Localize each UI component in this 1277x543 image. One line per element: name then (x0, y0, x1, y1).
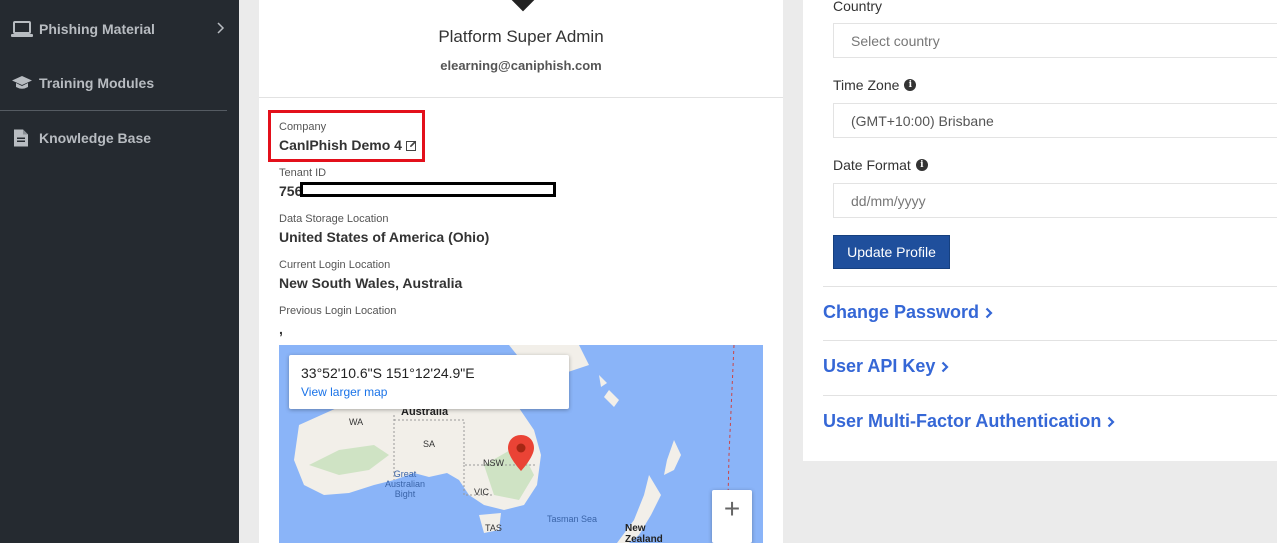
sidebar-item-label: Phishing Material (39, 21, 155, 37)
company-value: CanIPhish Demo 4 (279, 137, 402, 153)
country-select[interactable]: Select country (833, 23, 1277, 58)
timezone-label-text: Time Zone (833, 77, 900, 93)
settings-panel: Country Select country Time Zone i (GMT+1… (803, 0, 1277, 461)
chevron-right-icon (217, 21, 225, 37)
country-select-value: Select country (851, 32, 940, 49)
user-api-key-link[interactable]: User API Key (823, 356, 949, 377)
sidebar-item-training-modules[interactable]: Training Modules (0, 65, 239, 101)
info-icon[interactable]: i (915, 159, 928, 171)
edit-icon[interactable] (405, 137, 417, 155)
previous-login-label: Previous Login Location (279, 305, 397, 317)
change-password-link[interactable]: Change Password (823, 302, 993, 323)
section-divider (823, 395, 1277, 396)
dateformat-label-text: Date Format (833, 157, 911, 173)
chevron-right-icon (941, 361, 949, 373)
current-login-label: Current Login Location (279, 259, 391, 271)
current-login-value: New South Wales, Australia (279, 275, 463, 291)
user-api-key-label: User API Key (823, 356, 936, 376)
info-icon[interactable]: i (904, 79, 917, 91)
storage-label: Data Storage Location (279, 213, 389, 225)
section-divider (823, 340, 1277, 341)
map-label-sa: SA (423, 439, 436, 449)
sidebar-divider (0, 110, 227, 111)
sidebar-item-phishing-material[interactable]: Phishing Material (0, 11, 239, 47)
previous-login-field: Previous Login Location , (279, 304, 396, 338)
map-label-vic: VIC (474, 487, 490, 497)
avatar-pointer-icon (511, 0, 535, 12)
map-label-bight: Great Australian Bight (385, 469, 426, 499)
map-label-tas: TAS (485, 523, 502, 533)
map-label-nsw: NSW (483, 458, 504, 468)
user-role-title: Platform Super Admin (438, 27, 604, 46)
user-mfa-link[interactable]: User Multi-Factor Authentication (823, 411, 1115, 432)
update-profile-button[interactable]: Update Profile (833, 235, 950, 269)
storage-value: United States of America (Ohio) (279, 229, 490, 245)
sidebar-item-label: Training Modules (39, 75, 155, 91)
storage-field: Data Storage Location United States of A… (279, 212, 489, 246)
redaction-box (300, 182, 556, 197)
dateformat-placeholder: dd/mm/yyyy (851, 192, 926, 209)
sidebar-item-label: Knowledge Base (39, 130, 152, 146)
document-icon (13, 129, 29, 148)
timezone-label: Time Zone i (833, 77, 917, 93)
zoom-in-button[interactable]: + (712, 490, 752, 543)
map-label-tasman-sea: Tasman Sea (547, 514, 598, 524)
tenant-label: Tenant ID (279, 167, 327, 179)
profile-card: Platform Super Admin elearning@caniphish… (259, 0, 783, 543)
company-label: Company (279, 121, 327, 133)
view-larger-map-link[interactable]: View larger map (301, 385, 387, 399)
chevron-right-icon (985, 307, 993, 319)
map-label-new-zealand: New Zealand (625, 523, 663, 543)
graduation-cap-icon (11, 75, 33, 91)
user-email: elearning@caniphish.com (440, 58, 602, 73)
company-value-row: CanIPhish Demo 4 (279, 136, 417, 155)
location-pin-icon[interactable] (508, 435, 534, 471)
timezone-select-value: (GMT+10:00) Brisbane (851, 112, 994, 129)
dateformat-input[interactable]: dd/mm/yyyy (833, 183, 1277, 218)
country-label-text: Country (833, 0, 883, 14)
sidebar-item-knowledge-base[interactable]: Knowledge Base (0, 120, 239, 156)
profile-header: Platform Super Admin elearning@caniphish… (259, 0, 783, 98)
timezone-select[interactable]: (GMT+10:00) Brisbane (833, 103, 1277, 138)
user-mfa-label: User Multi-Factor Authentication (823, 411, 1102, 431)
plus-icon: + (723, 493, 741, 524)
country-label: Country (833, 0, 882, 14)
laptop-icon (11, 21, 33, 37)
map-label-wa: WA (349, 417, 364, 427)
dateformat-label: Date Format i (833, 157, 928, 173)
current-login-field: Current Login Location New South Wales, … (279, 258, 462, 292)
chevron-right-icon (1107, 416, 1115, 428)
previous-login-value: , (279, 321, 283, 337)
section-divider (823, 286, 1277, 287)
change-password-label: Change Password (823, 302, 980, 322)
login-location-map[interactable]: Australia WA SA NSW VIC TAS Great Austra… (279, 345, 763, 543)
map-coordinates: 33°52'10.6"S 151°12'24.9"E (301, 365, 475, 381)
company-field: Company CanIPhish Demo 4 (279, 120, 417, 155)
map-info-popup: 33°52'10.6"S 151°12'24.9"E View larger m… (289, 355, 569, 409)
sidebar: Phishing Material Training Modules Knowl… (0, 0, 239, 543)
